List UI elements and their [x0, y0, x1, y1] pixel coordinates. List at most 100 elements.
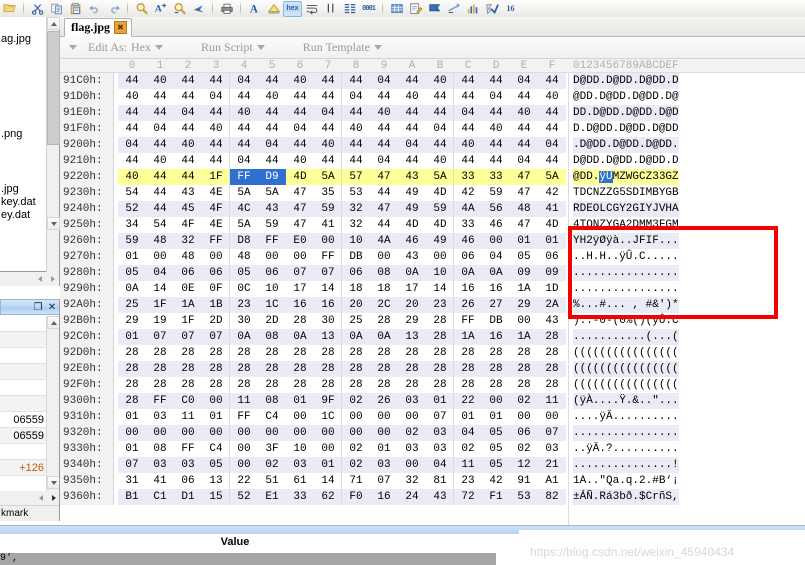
hex-byte[interactable]: 14: [314, 281, 342, 297]
hex-row-ascii[interactable]: TDCNZZG5SDIMBYGB: [573, 185, 679, 201]
file-tree-hscrollbar[interactable]: [0, 272, 60, 286]
bm-scroll-down-arrow[interactable]: [47, 476, 59, 489]
bookmarks-scrollbar[interactable]: [46, 316, 59, 506]
hex-row[interactable]: 9290h: 0A 14 0E 0F 0C 10 17 14 18 18 17 14 16 16 1A 1D..…: [60, 281, 805, 297]
hex-byte[interactable]: 05: [118, 265, 146, 281]
hex-byte[interactable]: 91: [510, 473, 538, 489]
hex-byte[interactable]: 44: [118, 121, 146, 137]
hex-byte[interactable]: 44: [314, 89, 342, 105]
hex-byte[interactable]: 05: [230, 265, 258, 281]
hex-byte[interactable]: 0A: [286, 329, 314, 345]
hex-byte[interactable]: 03: [426, 441, 454, 457]
bm-scroll-up-arrow[interactable]: [47, 316, 59, 329]
hex-byte[interactable]: 04: [398, 137, 426, 153]
hex-byte[interactable]: 4D: [538, 217, 566, 233]
scroll-up-arrow[interactable]: [47, 17, 60, 30]
hex-byte[interactable]: 22: [454, 393, 482, 409]
hex-byte[interactable]: 25: [342, 313, 370, 329]
hex-row-ascii[interactable]: ..H.H..ÿÛ.C.....: [573, 249, 679, 265]
hex-byte[interactable]: D9: [258, 169, 286, 185]
file-tree-item[interactable]: .jpg: [0, 183, 46, 196]
hex-byte[interactable]: 06: [454, 249, 482, 265]
hex-byte[interactable]: 28: [398, 377, 426, 393]
hex-byte[interactable]: 00: [174, 425, 202, 441]
hex-byte[interactable]: 28: [314, 361, 342, 377]
hex-byte[interactable]: 0A: [398, 265, 426, 281]
hex-byte[interactable]: 26: [454, 297, 482, 313]
hex-byte[interactable]: 1B: [202, 297, 230, 313]
hex-byte[interactable]: 04: [174, 105, 202, 121]
hex-byte[interactable]: 00: [314, 441, 342, 457]
hex-byte[interactable]: 44: [370, 217, 398, 233]
hex-byte[interactable]: 33: [286, 489, 314, 505]
hex-byte[interactable]: 44: [454, 121, 482, 137]
hex-byte[interactable]: 32: [398, 473, 426, 489]
hex-row[interactable]: 9210h: 44 40 44 44 04 44 40 44 44 04 44 40 44 44 04 44 D@…: [60, 153, 805, 169]
hex-byte[interactable]: 4F: [202, 201, 230, 217]
restore-icon[interactable]: ❐: [31, 300, 45, 314]
hex-byte[interactable]: 44: [342, 137, 370, 153]
wrap-lines-icon[interactable]: [302, 1, 321, 17]
hex-row[interactable]: 9230h: 54 44 43 4E 5A 5A 47 35 53 44 49 4D 42 59 47 42 TD…: [60, 185, 805, 201]
hex-byte[interactable]: 44: [342, 105, 370, 121]
hex-byte[interactable]: 49: [398, 201, 426, 217]
hex-byte[interactable]: 28: [146, 377, 174, 393]
hex-byte[interactable]: 07: [174, 329, 202, 345]
hex-byte[interactable]: 28: [482, 377, 510, 393]
hex-byte[interactable]: 40: [118, 89, 146, 105]
hex-byte[interactable]: 28: [454, 345, 482, 361]
hex-byte[interactable]: 44: [482, 105, 510, 121]
hex-byte[interactable]: 28: [370, 313, 398, 329]
hex-byte[interactable]: 09: [510, 265, 538, 281]
hex-byte[interactable]: 30: [314, 313, 342, 329]
hex-byte[interactable]: 44: [370, 137, 398, 153]
line-numbers-icon[interactable]: [340, 1, 359, 17]
hex-row-ascii[interactable]: @DD.D@DD.D@DD.D@: [573, 89, 679, 105]
hex-byte[interactable]: 59: [258, 217, 286, 233]
hex-byte[interactable]: 44: [258, 105, 286, 121]
hex-byte[interactable]: 03: [398, 393, 426, 409]
hex-byte[interactable]: 05: [482, 457, 510, 473]
hex-byte[interactable]: 44: [538, 121, 566, 137]
hex-byte[interactable]: 47: [510, 185, 538, 201]
hex-byte[interactable]: 03: [370, 457, 398, 473]
hex-byte[interactable]: 1F: [146, 297, 174, 313]
hex-byte[interactable]: 14: [314, 473, 342, 489]
hex-byte[interactable]: 28: [118, 377, 146, 393]
hex-row[interactable]: 9300h: 28 FF C0 00 11 08 01 9F 02 26 03 01 22 00 02 11 (ÿ…: [60, 393, 805, 409]
hex-byte[interactable]: 72: [454, 489, 482, 505]
hex-byte[interactable]: 00: [342, 409, 370, 425]
hex-byte[interactable]: 44: [482, 137, 510, 153]
hex-byte[interactable]: 07: [314, 265, 342, 281]
hex-byte[interactable]: 07: [538, 425, 566, 441]
hex-byte[interactable]: 44: [258, 121, 286, 137]
run-script-control[interactable]: Run Script: [194, 37, 272, 59]
hex-row[interactable]: 9270h: 01 00 48 00 48 00 00 FF DB 00 43 00 06 04 05 06..…: [60, 249, 805, 265]
hex-byte[interactable]: 1D: [538, 281, 566, 297]
hex-byte[interactable]: 1A: [510, 281, 538, 297]
hex-byte[interactable]: 04: [118, 137, 146, 153]
hex-byte[interactable]: 0A: [342, 329, 370, 345]
hex-byte[interactable]: 43: [174, 185, 202, 201]
hex-byte[interactable]: 04: [510, 73, 538, 89]
scroll-down-arrow[interactable]: [47, 217, 60, 230]
hex-byte[interactable]: F1: [482, 489, 510, 505]
hex-byte[interactable]: 41: [314, 217, 342, 233]
histogram-icon[interactable]: [463, 1, 482, 17]
hex-byte[interactable]: 28: [258, 345, 286, 361]
hex-byte[interactable]: 28: [286, 377, 314, 393]
hex-byte[interactable]: 51: [258, 473, 286, 489]
bookmark-icon[interactable]: [425, 1, 444, 17]
hex-byte[interactable]: 44: [398, 153, 426, 169]
hex-byte-cells[interactable]: 40 44 44 1F FF D9 4D 5A 57 47 43 5A 33 33 47 5A: [118, 169, 566, 185]
hex-row[interactable]: 9280h: 05 04 06 06 05 06 07 07 06 08 0A 10 0A 0A 09 09..…: [60, 265, 805, 281]
hex-byte[interactable]: 2A: [538, 297, 566, 313]
hex-byte-cells[interactable]: 29 19 1F 2D 30 2D 28 30 25 28 29 28 FF DB 00 43: [118, 313, 566, 329]
hex-byte[interactable]: 00: [202, 393, 230, 409]
hex-byte[interactable]: 00: [230, 425, 258, 441]
hex-byte[interactable]: F0: [342, 489, 370, 505]
hex-byte-cells[interactable]: 28 28 28 28 28 28 28 28 28 28 28 28 28 28 28 28: [118, 345, 566, 361]
hex-byte[interactable]: 02: [510, 393, 538, 409]
hex-byte[interactable]: 01: [426, 393, 454, 409]
hex-byte[interactable]: 40: [426, 73, 454, 89]
